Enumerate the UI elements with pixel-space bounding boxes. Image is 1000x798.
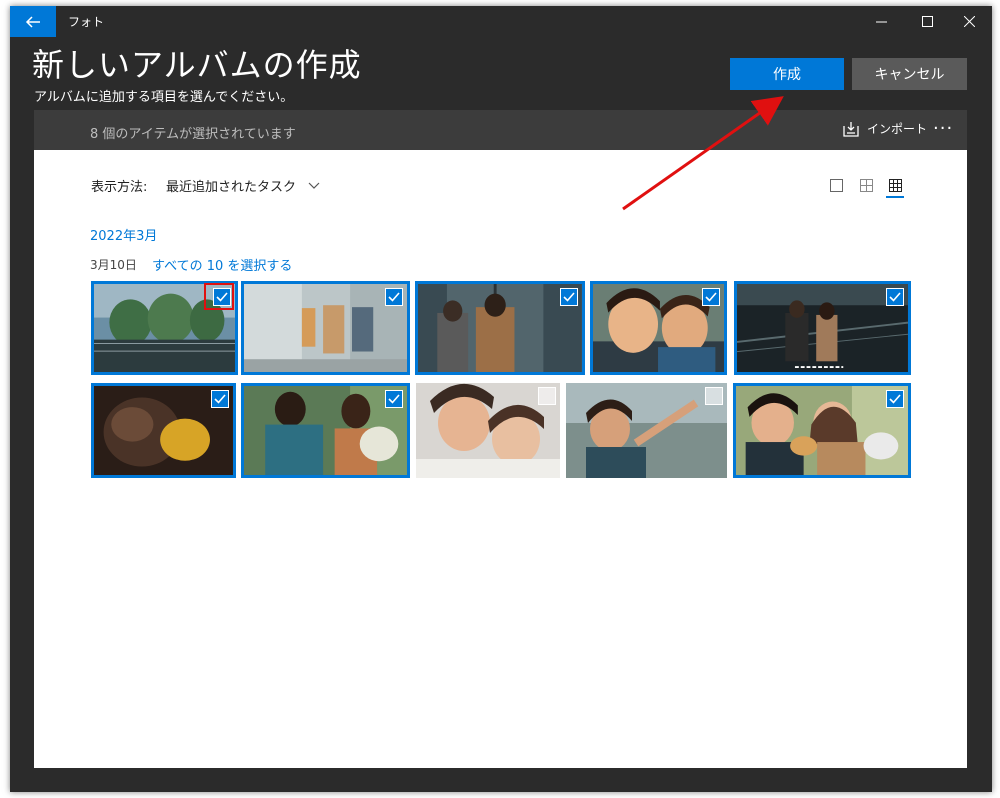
view-large-button[interactable] bbox=[825, 174, 847, 196]
photo-image bbox=[418, 284, 582, 372]
view-medium-button[interactable] bbox=[855, 174, 877, 196]
checkbox[interactable] bbox=[886, 390, 904, 408]
checkmark-icon bbox=[563, 292, 575, 302]
checkbox[interactable] bbox=[385, 390, 403, 408]
medium-tiles-icon bbox=[859, 178, 873, 192]
photo-thumbnail[interactable] bbox=[416, 383, 560, 478]
checkbox[interactable] bbox=[705, 387, 723, 405]
photo-image bbox=[244, 284, 407, 372]
checkmark-icon bbox=[889, 394, 901, 404]
checkbox[interactable] bbox=[538, 387, 556, 405]
page-subtitle: アルバムに追加する項目を選んでください。 bbox=[34, 90, 294, 105]
photo-image bbox=[566, 383, 727, 478]
minimize-button[interactable] bbox=[858, 6, 904, 37]
minimize-icon bbox=[875, 21, 887, 23]
checkmark-icon bbox=[388, 292, 400, 302]
photos-window: フォト 新しいアルバムの作成 アルバムに追加する項目を選んでください。 作成 キ… bbox=[10, 6, 992, 792]
photo-thumbnail[interactable] bbox=[241, 281, 410, 375]
day-header: 3月10日 bbox=[90, 258, 137, 272]
view-small-button[interactable] bbox=[884, 174, 906, 198]
checkmark-icon bbox=[214, 394, 226, 404]
month-header: 2022年3月 bbox=[90, 229, 158, 244]
maximize-button[interactable] bbox=[904, 6, 950, 37]
checkbox[interactable] bbox=[886, 288, 904, 306]
small-tiles-icon bbox=[888, 178, 902, 192]
select-all-link[interactable]: すべての 10 を選択する bbox=[152, 255, 292, 274]
import-label: インポート bbox=[867, 122, 928, 136]
checkmark-icon bbox=[705, 292, 717, 302]
close-button[interactable] bbox=[946, 6, 992, 37]
back-button[interactable] bbox=[10, 6, 56, 37]
checkbox[interactable] bbox=[385, 288, 403, 306]
photo-thumbnail[interactable] bbox=[590, 281, 727, 375]
annotation-highlight-box bbox=[204, 283, 234, 310]
photo-thumbnail[interactable] bbox=[415, 281, 585, 375]
view-mode-value: 最近追加されたタスク bbox=[166, 180, 297, 195]
selection-toolbar: 8 個のアイテムが選択されています インポート ··· bbox=[34, 110, 967, 150]
checkbox[interactable] bbox=[211, 390, 229, 408]
close-icon bbox=[963, 16, 975, 27]
checkmark-icon bbox=[388, 394, 400, 404]
cancel-button[interactable]: キャンセル bbox=[852, 58, 967, 90]
create-button[interactable]: 作成 bbox=[730, 58, 844, 90]
app-title: フォト bbox=[68, 15, 105, 29]
page-title: 新しいアルバムの作成 bbox=[32, 46, 362, 84]
photo-thumbnail[interactable] bbox=[91, 383, 236, 478]
arrow-left-icon bbox=[25, 15, 40, 28]
view-mode-dropdown[interactable]: 最近追加されたタスク bbox=[166, 176, 320, 195]
checkbox[interactable] bbox=[702, 288, 720, 306]
more-options-button[interactable]: ··· bbox=[933, 118, 953, 139]
photo-thumbnail[interactable] bbox=[566, 383, 727, 478]
chevron-down-icon bbox=[308, 182, 320, 189]
large-tiles-icon bbox=[829, 178, 843, 192]
photo-thumbnail[interactable] bbox=[734, 281, 911, 375]
import-button[interactable]: インポート bbox=[843, 120, 927, 137]
photo-image bbox=[737, 284, 908, 372]
photo-picker: 表示方法: 最近追加されたタスク 2022年3月 3月10日 すべての 10 を… bbox=[34, 150, 967, 768]
import-icon bbox=[843, 121, 859, 137]
checkbox[interactable] bbox=[560, 288, 578, 306]
photo-thumbnail[interactable] bbox=[241, 383, 410, 478]
photo-thumbnail[interactable] bbox=[733, 383, 911, 478]
view-mode-label: 表示方法: bbox=[91, 180, 148, 195]
photo-image bbox=[736, 386, 908, 475]
maximize-icon bbox=[921, 16, 933, 27]
photo-image bbox=[244, 386, 407, 475]
checkmark-icon bbox=[889, 292, 901, 302]
selection-count: 8 個のアイテムが選択されています bbox=[90, 127, 296, 142]
